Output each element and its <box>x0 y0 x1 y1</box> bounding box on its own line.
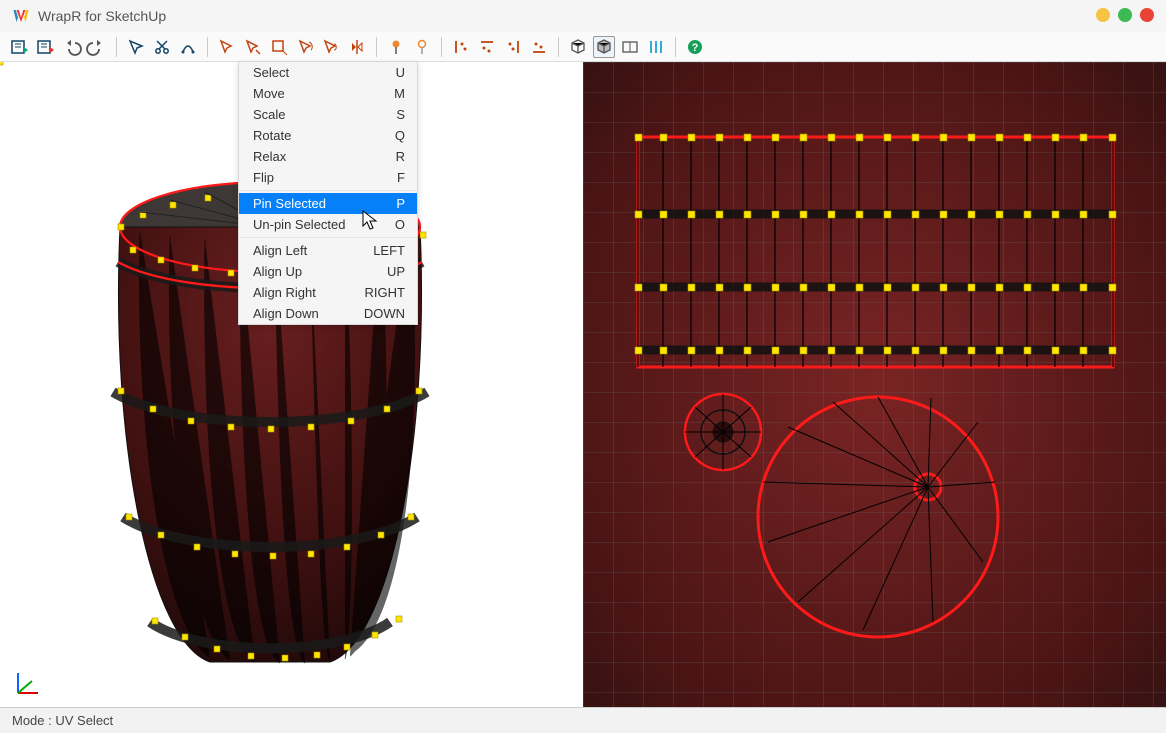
toolbar-separator <box>116 37 117 57</box>
menu-item-relax[interactable]: Relax R <box>239 146 417 167</box>
menu-item-un-pin-selected[interactable]: Un-pin Selected O <box>239 214 417 238</box>
menu-item-label: Align Up <box>253 264 302 279</box>
menu-item-label: Flip <box>253 170 274 185</box>
titlebar: WrapR for SketchUp <box>0 0 1166 32</box>
menu-item-label: Select <box>253 65 289 80</box>
menu-item-shortcut: Q <box>395 128 405 143</box>
cut-tool-button[interactable] <box>151 36 173 58</box>
open-file-button[interactable] <box>8 36 30 58</box>
redo-button[interactable] <box>86 36 108 58</box>
menu-item-label: Align Right <box>253 285 316 300</box>
menu-item-label: Pin Selected <box>253 196 326 211</box>
menu-item-label: Align Left <box>253 243 307 258</box>
menu-item-align-left[interactable]: Align Left LEFT <box>239 240 417 261</box>
menu-item-align-down[interactable]: Align Down DOWN <box>239 303 417 324</box>
menu-item-shortcut: S <box>396 107 405 122</box>
uv-scale-button[interactable] <box>268 36 290 58</box>
menu-item-shortcut: UP <box>387 264 405 279</box>
toolbar-separator <box>558 37 559 57</box>
window-close-dot[interactable] <box>1140 8 1154 22</box>
menu-item-shortcut: F <box>397 170 405 185</box>
menu-item-shortcut: U <box>396 65 405 80</box>
menu-item-align-up[interactable]: Align Up UP <box>239 261 417 282</box>
window-controls <box>1096 8 1154 22</box>
statusbar: Mode : UV Select <box>0 707 1166 733</box>
toolbar-separator <box>441 37 442 57</box>
menu-item-pin-selected[interactable]: Pin Selected P <box>239 193 417 214</box>
menu-item-shortcut: RIGHT <box>365 285 405 300</box>
menu-item-label: Rotate <box>253 128 291 143</box>
uv-move-button[interactable] <box>242 36 264 58</box>
undo-button[interactable] <box>60 36 82 58</box>
svg-text:?: ? <box>692 42 699 54</box>
app-title: WrapR for SketchUp <box>38 8 166 24</box>
menu-item-shortcut: DOWN <box>364 306 405 321</box>
uv-flip-button[interactable] <box>346 36 368 58</box>
unpin-button[interactable] <box>411 36 433 58</box>
view-checker-button[interactable] <box>645 36 667 58</box>
help-button[interactable]: ? <box>684 36 706 58</box>
uv-relax-button[interactable] <box>320 36 342 58</box>
menu-item-shortcut: M <box>394 86 405 101</box>
window-minimize-dot[interactable] <box>1096 8 1110 22</box>
uv-layout-render <box>583 62 1166 707</box>
view-uv-button[interactable] <box>593 36 615 58</box>
window-maximize-dot[interactable] <box>1118 8 1132 22</box>
status-mode-label: Mode : UV Select <box>12 713 113 728</box>
menu-item-scale[interactable]: Scale S <box>239 104 417 125</box>
align-right-button[interactable] <box>502 36 524 58</box>
toolbar-separator <box>675 37 676 57</box>
toolbar-separator <box>376 37 377 57</box>
view-split-button[interactable] <box>619 36 641 58</box>
menu-item-label: Relax <box>253 149 286 164</box>
axis-gizmo-icon <box>12 667 44 699</box>
menu-item-flip[interactable]: Flip F <box>239 167 417 191</box>
pin-button[interactable] <box>385 36 407 58</box>
save-file-button[interactable] <box>34 36 56 58</box>
menu-item-label: Un-pin Selected <box>253 217 346 232</box>
menu-item-shortcut: LEFT <box>373 243 405 258</box>
menu-item-label: Align Down <box>253 306 319 321</box>
align-left-button[interactable] <box>450 36 472 58</box>
menu-item-move[interactable]: Move M <box>239 83 417 104</box>
menu-item-rotate[interactable]: Rotate Q <box>239 125 417 146</box>
mark-seam-button[interactable] <box>177 36 199 58</box>
viewport-uv[interactable] <box>583 62 1166 707</box>
menu-item-align-right[interactable]: Align Right RIGHT <box>239 282 417 303</box>
app-logo-icon <box>12 7 30 25</box>
view-3d-button[interactable] <box>567 36 589 58</box>
workspace <box>0 62 1166 707</box>
align-down-button[interactable] <box>528 36 550 58</box>
menu-item-label: Scale <box>253 107 286 122</box>
uv-select-button[interactable] <box>216 36 238 58</box>
menu-item-shortcut: O <box>395 217 405 232</box>
menu-item-label: Move <box>253 86 285 101</box>
toolbar: ? <box>0 32 1166 62</box>
uv-rotate-button[interactable] <box>294 36 316 58</box>
menu-item-shortcut: P <box>396 196 405 211</box>
select-tool-button[interactable] <box>125 36 147 58</box>
menu-item-shortcut: R <box>396 149 405 164</box>
align-up-button[interactable] <box>476 36 498 58</box>
context-menu: Select U Move M Scale S Rotate Q Relax R Flip F Pin … <box>238 62 418 325</box>
toolbar-separator <box>207 37 208 57</box>
menu-item-select[interactable]: Select U <box>239 62 417 83</box>
